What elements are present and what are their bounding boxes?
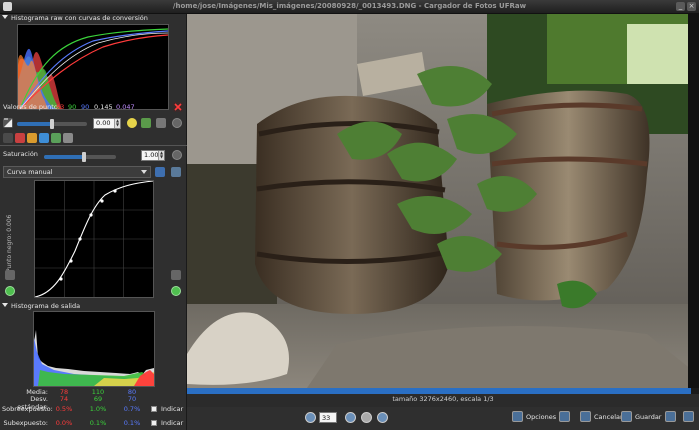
send-to-gimp-button[interactable] xyxy=(665,410,679,425)
control-panel: Histograma raw con curvas de conversión … xyxy=(0,14,187,430)
black-point-label: Punto negro: 0.006 xyxy=(6,214,13,272)
grayscale-tab-icon[interactable] xyxy=(27,133,37,143)
exposure-slider-handle[interactable] xyxy=(50,119,54,129)
curve-editor[interactable] xyxy=(34,180,154,298)
zoom-fit-icon[interactable] xyxy=(361,412,372,423)
pick-black-point-icon[interactable] xyxy=(5,270,15,280)
reset-saturation-icon[interactable] xyxy=(172,150,182,160)
saturation-slider[interactable] xyxy=(44,152,116,162)
overexposed-label: Sobreexpuesto: xyxy=(2,405,53,413)
restore-details-icon[interactable] xyxy=(156,118,166,128)
options-icon xyxy=(512,411,523,422)
point-value-luminance: 0.145 xyxy=(94,103,113,111)
minimize-icon[interactable]: _ xyxy=(676,2,685,11)
gimp-icon xyxy=(665,411,676,422)
clip-highlights-icon[interactable] xyxy=(141,118,151,128)
point-value-purple: 0.047 xyxy=(116,103,135,111)
fullscreen-button[interactable] xyxy=(683,410,697,425)
exposure-icon xyxy=(3,118,13,128)
curve-preset-select[interactable]: Curva manual xyxy=(3,166,151,178)
raw-histogram-plot xyxy=(18,25,169,110)
underexposed-red: 0.0% xyxy=(55,419,73,427)
spin-arrows-icon[interactable]: ▲ ▼ xyxy=(114,119,120,128)
clear-point-icon[interactable] xyxy=(173,102,183,112)
base-curve-tab-icon[interactable] xyxy=(39,133,49,143)
zoom-field[interactable]: 33 xyxy=(319,412,337,423)
point-values-label: Valores de punto: xyxy=(3,103,60,111)
image-preview[interactable] xyxy=(187,14,697,388)
load-curve-icon[interactable] xyxy=(155,167,165,177)
corrections-tab-icon[interactable] xyxy=(63,133,73,143)
saturation-slider-fill xyxy=(44,155,84,159)
raw-histogram-header[interactable]: Histograma raw con curvas de conversión xyxy=(2,14,148,23)
saturation-label: Saturación xyxy=(3,150,38,158)
cancel-icon xyxy=(580,411,591,422)
underexposed-blue: 0.1% xyxy=(123,419,141,427)
zoom-100-icon[interactable] xyxy=(377,412,388,423)
indicate-overexposed-checkbox[interactable] xyxy=(151,406,157,412)
scroll-right-icon[interactable] xyxy=(691,388,699,394)
stddev-red: 74 xyxy=(59,395,69,403)
auto-curve-icon[interactable] xyxy=(171,286,181,296)
saturation-field[interactable]: 1.00 ▲ ▼ xyxy=(141,150,165,161)
output-histogram-header[interactable]: Histograma de salida xyxy=(2,302,80,311)
underexposed-green: 0.1% xyxy=(89,419,107,427)
cancel-button[interactable]: Cancelar xyxy=(580,410,623,425)
saturation-slider-handle[interactable] xyxy=(81,152,86,162)
indicate-underexposed-label: Indicar xyxy=(161,419,184,427)
save-icon xyxy=(621,411,632,422)
overexposed-red: 0.5% xyxy=(55,405,73,413)
collapse-triangle-icon xyxy=(2,303,8,307)
window-titlebar: /home/jose/Imágenes/Mis_imágenes/2008092… xyxy=(0,0,699,14)
raw-histogram xyxy=(17,24,169,110)
tabs-divider xyxy=(0,145,187,146)
point-value-red: 63 xyxy=(56,103,65,111)
delete-icon xyxy=(559,411,570,422)
point-value-green: 90 xyxy=(68,103,77,111)
underexposed-label: Subexpuesto: xyxy=(3,419,48,427)
zoom-in-icon[interactable] xyxy=(345,412,356,423)
exposure-field[interactable]: 0.00 ▲ ▼ xyxy=(93,118,121,129)
options-button[interactable]: Opciones xyxy=(512,410,556,425)
fullscreen-icon xyxy=(683,411,694,422)
color-management-tab-icon[interactable] xyxy=(51,133,61,143)
pick-curve-point-icon[interactable] xyxy=(171,270,181,280)
indicate-overexposed-label: Indicar xyxy=(161,405,184,413)
exposure-slider-fill xyxy=(17,122,52,126)
reset-exposure-icon[interactable] xyxy=(172,118,182,128)
bottom-toolbar: 33 Opciones Cancelar Guardar xyxy=(187,407,699,430)
window-title: /home/jose/Imágenes/Mis_imágenes/2008092… xyxy=(172,2,527,10)
chevron-down-icon xyxy=(141,170,147,174)
vertical-scrollbar[interactable] xyxy=(688,14,699,388)
indicate-underexposed-checkbox[interactable] xyxy=(151,420,157,426)
stddev-green: 69 xyxy=(93,395,103,403)
stddev-blue: 70 xyxy=(127,395,137,403)
delete-button[interactable] xyxy=(559,410,573,425)
output-histogram-plot xyxy=(34,312,154,386)
point-value-blue: 90 xyxy=(81,103,90,111)
auto-black-point-icon[interactable] xyxy=(5,286,15,296)
output-histogram xyxy=(33,311,155,387)
spin-arrows-icon[interactable]: ▲ ▼ xyxy=(158,151,164,160)
status-text: tamaño 3276x2460, escala 1/3 xyxy=(392,395,494,403)
save-curve-icon[interactable] xyxy=(171,167,181,177)
close-icon[interactable]: × xyxy=(687,2,696,11)
raw-tab-icon[interactable] xyxy=(3,133,13,143)
exposure-slider[interactable] xyxy=(17,119,87,129)
zoom-out-icon[interactable] xyxy=(305,412,316,423)
photo-preview xyxy=(187,14,697,388)
overexposed-blue: 0.7% xyxy=(123,405,141,413)
horizontal-scrollbar[interactable] xyxy=(187,388,699,394)
save-button[interactable]: Guardar xyxy=(621,410,661,425)
white-balance-tab-icon[interactable] xyxy=(15,133,25,143)
window-controls: _ × xyxy=(676,2,696,11)
overexposed-green: 1.0% xyxy=(89,405,107,413)
auto-exposure-icon[interactable] xyxy=(127,118,137,128)
collapse-triangle-icon xyxy=(2,15,8,19)
tone-curve[interactable] xyxy=(34,180,154,298)
